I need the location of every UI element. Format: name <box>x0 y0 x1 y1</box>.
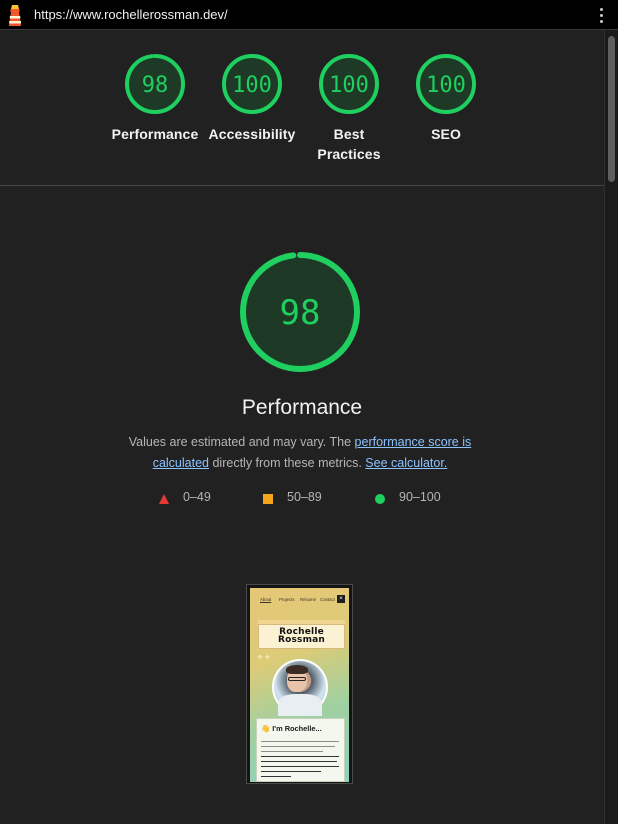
legend-pass: 90–100 <box>375 489 465 509</box>
scrollbar[interactable] <box>604 30 618 824</box>
avatar-hair <box>286 665 308 674</box>
thumbnail-name-line2: Rossman <box>277 635 326 645</box>
thumbnail-name-card: Rochelle Rossman <box>258 624 345 649</box>
text-line <box>261 761 337 763</box>
triangle-icon <box>159 494 169 504</box>
desc-prefix: Values are estimated and may vary. The <box>128 435 355 449</box>
gauge-accessibility-score: 100 <box>232 73 272 98</box>
legend-average: 50–89 <box>263 489 343 509</box>
gauge-performance-ring: 98 <box>125 54 185 114</box>
gauge-accessibility-ring: 100 <box>222 54 282 114</box>
thumbnail-close-icon: × <box>337 595 345 603</box>
gauge-best-practices-label-line2: Practices <box>317 146 381 162</box>
gauge-best-practices-label: Best Practices <box>299 124 399 164</box>
text-line <box>261 771 321 773</box>
text-line <box>261 766 339 768</box>
text-line <box>261 741 339 743</box>
thumbnail-nav-contact: Contact <box>320 597 335 602</box>
gauge-accessibility[interactable]: 100 Accessibility <box>202 52 302 144</box>
performance-title: Performance <box>241 396 363 419</box>
thumbnail-intro-box: 👋 I'm Rochelle... <box>256 718 345 782</box>
square-icon <box>263 494 273 504</box>
text-line <box>261 746 335 748</box>
text-line <box>261 776 291 778</box>
text-line <box>261 756 339 758</box>
gauge-accessibility-label: Accessibility <box>208 126 296 142</box>
thumbnail-page: About Projects Résumé Contact × Rochelle… <box>250 588 349 782</box>
scrollbar-thumb[interactable] <box>608 36 615 182</box>
address-bar: https://www.rochellerossman.dev/ <box>0 0 618 30</box>
performance-score-link-part2[interactable]: calculated <box>153 456 209 470</box>
performance-score-link-part1[interactable]: performance score is <box>355 435 472 449</box>
gauge-best-practices-label-line1: Best <box>333 126 365 142</box>
gauge-seo[interactable]: 100 SEO <box>396 52 496 144</box>
more-options-icon[interactable] <box>598 6 604 24</box>
final-screenshot-thumbnail[interactable]: About Projects Résumé Contact × Rochelle… <box>246 584 353 784</box>
see-calculator-link[interactable]: See calculator. <box>365 456 447 470</box>
legend-fail: 0–49 <box>159 489 239 509</box>
gauge-seo-ring: 100 <box>416 54 476 114</box>
gauge-seo-score: 100 <box>426 73 466 98</box>
sparkle-icon: ✦✦ <box>256 652 272 662</box>
performance-gauge-score: 98 <box>280 293 321 333</box>
thumbnail-greeting: 👋 I'm Rochelle... <box>261 724 322 733</box>
gauge-seo-label: SEO <box>431 126 461 142</box>
legend-pass-range: 90–100 <box>399 490 441 504</box>
legend-average-range: 50–89 <box>287 490 322 504</box>
thumbnail-nav-about: About <box>260 597 272 602</box>
thumbnail-nav-projects: Projects <box>279 597 295 602</box>
lighthouse-icon <box>9 5 21 26</box>
gauge-best-practices-ring: 100 <box>319 54 379 114</box>
thumbnail-nav-resume: Résumé <box>300 597 317 602</box>
avatar-shirt <box>278 694 322 716</box>
thumbnail-nav: About Projects Résumé Contact × <box>250 588 349 610</box>
scores-summary: 98 Performance 100 Accessibility 100 Bes… <box>0 30 604 186</box>
text-line <box>261 751 323 753</box>
gauge-best-practices-score: 100 <box>329 73 369 98</box>
avatar-glasses <box>288 677 306 681</box>
gauge-best-practices[interactable]: 100 Best Practices <box>299 52 399 164</box>
performance-gauge-large: 98 <box>240 252 360 372</box>
performance-description: Values are estimated and may vary. The p… <box>110 432 490 474</box>
gauge-performance[interactable]: 98 Performance <box>105 52 205 144</box>
thumbnail-name: Rochelle Rossman <box>259 628 344 645</box>
legend-fail-range: 0–49 <box>183 490 211 504</box>
url-text[interactable]: https://www.rochellerossman.dev/ <box>34 7 228 22</box>
gauge-performance-score: 98 <box>142 73 169 98</box>
gauge-performance-label: Performance <box>111 126 199 142</box>
desc-middle: directly from these metrics. <box>209 456 366 470</box>
circle-icon <box>375 494 385 504</box>
